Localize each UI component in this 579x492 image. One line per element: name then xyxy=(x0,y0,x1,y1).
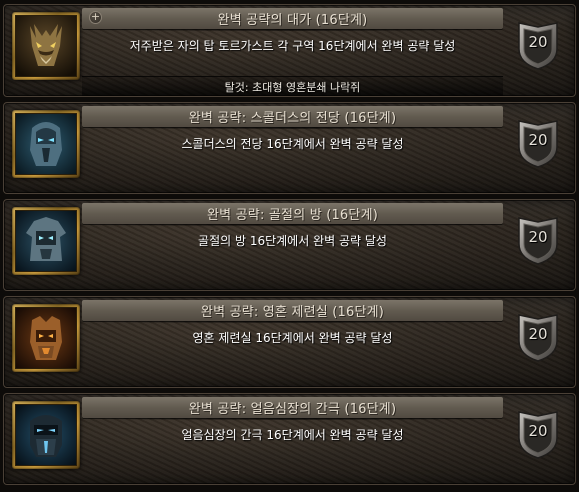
achievement-description: 영혼 제련실 16단계에서 완벽 공략 달성 xyxy=(192,331,393,345)
achievement-points: 20 xyxy=(528,131,548,149)
achievement-title: 완벽 공략: 골절의 방 (16단계) xyxy=(207,208,378,223)
achievement-title-bar: 완벽 공략: 영혼 제련실 (16단계) xyxy=(82,300,503,323)
achievement-description: 저주받은 자의 탑 토르가스트 각 구역 16단계에서 완벽 공략 달성 xyxy=(129,39,456,53)
beast-mount-icon xyxy=(16,16,76,76)
achievement-card-soulforges[interactable]: 완벽 공략: 영혼 제련실 (16단계) 영혼 제련실 16단계에서 완벽 공략… xyxy=(3,296,576,388)
achievement-title-bar: 완벽 공략: 골절의 방 (16단계) xyxy=(82,203,503,226)
achievement-reward-bar: 탈것: 초대형 영혼분쇄 나락쥐 xyxy=(82,76,503,96)
achievement-points: 20 xyxy=(528,228,548,246)
achievement-icon-frame xyxy=(12,110,80,178)
achievement-title: 완벽 공략: 영혼 제련실 (16단계) xyxy=(200,305,385,320)
achievement-icon-frame xyxy=(12,12,80,80)
achievement-points-shield: 20 xyxy=(515,408,561,460)
achievement-title: 완벽 공략: 스콜더스의 전당 (16단계) xyxy=(188,111,397,126)
soulforge-helm-icon xyxy=(16,308,76,368)
achievement-icon-frame xyxy=(12,401,80,469)
achievement-title-bar: 완벽 공략의 대가 (16단계) xyxy=(82,8,503,31)
achievement-points-shield: 20 xyxy=(515,117,561,169)
achievement-card-fracture-chambers[interactable]: 완벽 공략: 골절의 방 (16단계) 골절의 방 16단계에서 완벽 공략 달… xyxy=(3,199,576,291)
achievement-title: 완벽 공략의 대가 (16단계) xyxy=(217,13,368,28)
achievement-title: 완벽 공략: 얼음심장의 간극 (16단계) xyxy=(188,402,397,417)
achievement-card-coldheart-interstitia[interactable]: 완벽 공략: 얼음심장의 간극 (16단계) 얼음심장의 간극 16단계에서 완… xyxy=(3,393,576,485)
achievement-description: 얼음심장의 간극 16단계에서 완벽 공략 달성 xyxy=(181,428,404,442)
achievement-icon-frame xyxy=(12,207,80,275)
coldheart-helm-icon xyxy=(16,405,76,465)
achievement-title-bar: 완벽 공략: 스콜더스의 전당 (16단계) xyxy=(82,106,503,129)
achievement-title-bar: 완벽 공략: 얼음심장의 간극 (16단계) xyxy=(82,397,503,420)
achievement-description: 골절의 방 16단계에서 완벽 공략 달성 xyxy=(198,234,387,248)
achievement-points-shield: 20 xyxy=(515,19,561,71)
fracture-helm-icon xyxy=(16,211,76,271)
expand-toggle-button[interactable]: + xyxy=(89,11,102,24)
achievement-card-skoldus-hall[interactable]: 완벽 공략: 스콜더스의 전당 (16단계) 스콜더스의 전당 16단계에서 완… xyxy=(3,102,576,194)
achievement-points-shield: 20 xyxy=(515,311,561,363)
achievement-icon-frame xyxy=(12,304,80,372)
achievement-card-glory-16[interactable]: + 완벽 공략의 대가 (16단계) 저주받은 자의 탑 토르가스트 각 구역 … xyxy=(3,4,576,97)
achievement-reward: 탈것: 초대형 영혼분쇄 나락쥐 xyxy=(224,80,361,94)
skoldus-helm-icon xyxy=(16,114,76,174)
achievement-points: 20 xyxy=(528,422,548,440)
achievement-points: 20 xyxy=(528,33,548,51)
achievement-points-shield: 20 xyxy=(515,214,561,266)
achievement-list: + 완벽 공략의 대가 (16단계) 저주받은 자의 탑 토르가스트 각 구역 … xyxy=(0,0,579,492)
achievement-description: 스콜더스의 전당 16단계에서 완벽 공략 달성 xyxy=(181,137,404,151)
achievement-points: 20 xyxy=(528,325,548,343)
